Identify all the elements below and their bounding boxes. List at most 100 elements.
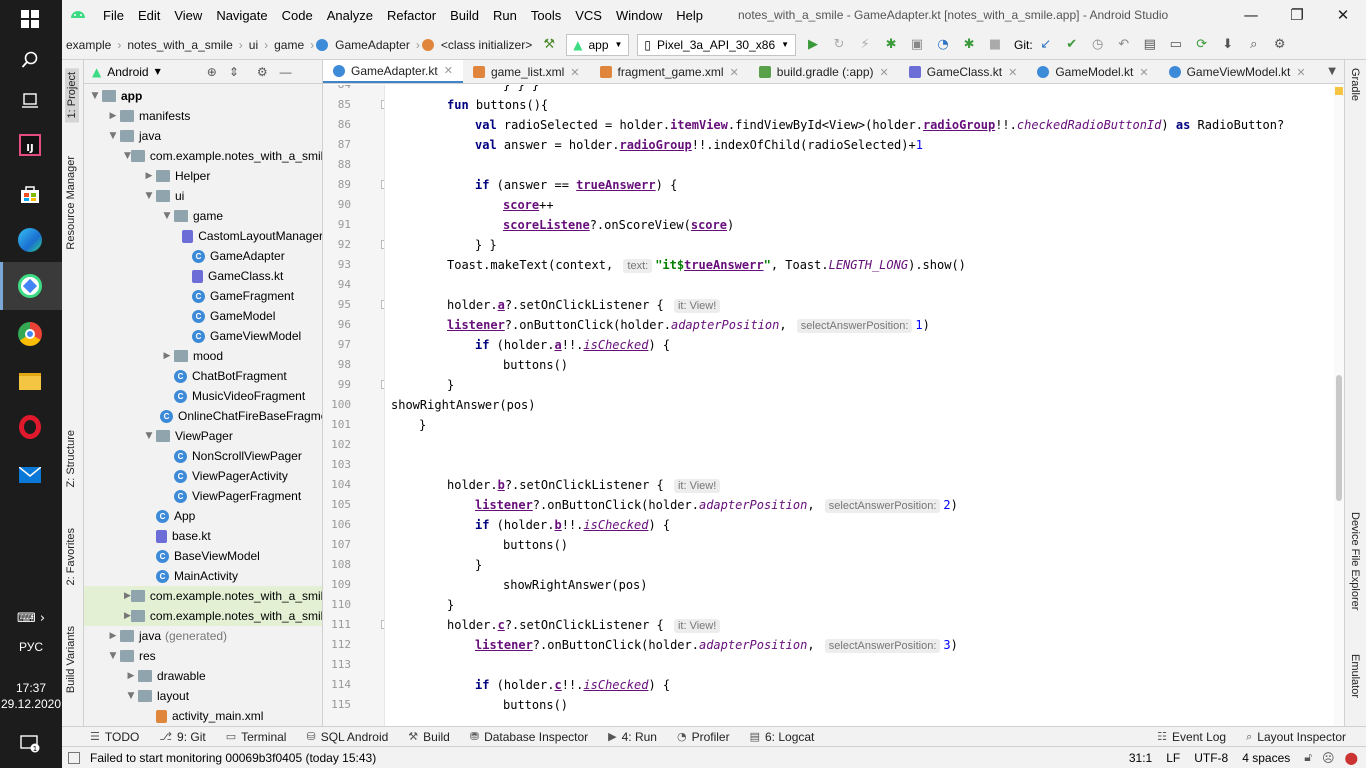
device-select[interactable]: ▯ Pixel_3a_API_30_x86 ▼ xyxy=(637,33,797,56)
clock[interactable]: 17:37 29.12.2020 xyxy=(0,680,62,712)
language-indicator[interactable]: РУС xyxy=(0,640,62,654)
menu-edit[interactable]: Edit xyxy=(131,8,167,23)
bottom-tool-6-logcat[interactable]: ▤ 6: Logcat xyxy=(740,730,825,744)
editor-tab[interactable]: fragment_game.xml ✕ xyxy=(590,60,749,83)
stop-icon[interactable]: ■ xyxy=(984,34,1006,56)
file-explorer-icon[interactable] xyxy=(16,367,44,395)
tree-item[interactable]: ▶ java (generated) xyxy=(84,626,322,646)
project-view-select[interactable]: Android xyxy=(107,65,148,79)
search-everywhere-icon[interactable]: ⌕ xyxy=(1243,34,1265,56)
expand-right-icon[interactable]: ▶ xyxy=(160,351,174,361)
notification-center-icon[interactable]: 1 xyxy=(16,730,44,758)
locate-icon[interactable]: ⊕ xyxy=(207,65,217,79)
breadcrumb-item[interactable]: notes_with_a_smile xyxy=(123,38,236,52)
inspector-face-icon[interactable]: ☹ xyxy=(1322,751,1335,765)
close-tab-icon[interactable]: ✕ xyxy=(444,64,453,77)
bottom-tool-terminal[interactable]: ▭ Terminal xyxy=(216,730,297,744)
sdk-manager-icon[interactable]: ⬇ xyxy=(1217,34,1239,56)
android-studio-icon[interactable] xyxy=(16,272,44,300)
menu-file[interactable]: File xyxy=(96,8,131,23)
tree-item[interactable]: C ChatBotFragment xyxy=(84,366,322,386)
breadcrumb-item[interactable]: GameAdapter xyxy=(331,38,414,52)
profile-icon[interactable]: ◔ xyxy=(932,34,954,56)
close-tab-icon[interactable]: ✕ xyxy=(570,66,579,79)
menu-code[interactable]: Code xyxy=(275,8,320,23)
windows-start-icon[interactable] xyxy=(16,5,44,33)
indent-setting[interactable]: 4 spaces xyxy=(1242,751,1290,765)
tree-item[interactable]: C GameAdapter xyxy=(84,246,322,266)
bottom-tool-build[interactable]: ⚒ Build xyxy=(398,730,460,744)
breadcrumb-item[interactable]: ui xyxy=(245,38,262,52)
minimize-button[interactable]: — xyxy=(1228,0,1274,30)
tree-item[interactable]: C App xyxy=(84,506,322,526)
menu-view[interactable]: View xyxy=(167,8,209,23)
tool-windows-toggle-icon[interactable] xyxy=(68,751,80,764)
run-icon[interactable]: ▶ xyxy=(802,34,824,56)
maximize-button[interactable]: ❐ xyxy=(1274,0,1320,30)
menu-vcs[interactable]: VCS xyxy=(568,8,609,23)
editor-tab[interactable]: GameModel.kt ✕ xyxy=(1027,60,1158,83)
expand-down-icon[interactable]: ▼ xyxy=(106,131,120,141)
fold-marker-icon[interactable] xyxy=(381,100,384,109)
task-view-icon[interactable] xyxy=(16,86,44,114)
build-hammer-icon[interactable]: ⚒ xyxy=(538,34,560,56)
lock-icon[interactable]: 🔓︎ xyxy=(1304,750,1312,765)
file-encoding[interactable]: UTF-8 xyxy=(1194,751,1228,765)
tool-tab-build-variants[interactable]: Build Variants xyxy=(65,626,77,693)
close-tab-icon[interactable]: ✕ xyxy=(1139,66,1148,79)
fold-marker-icon[interactable] xyxy=(381,380,384,389)
chevron-down-icon[interactable]: ▼ xyxy=(155,67,161,76)
code-editor[interactable]: } } } fun buttons(){val radioSelected = h… xyxy=(386,85,1334,726)
tree-item[interactable]: C MusicVideoFragment xyxy=(84,386,322,406)
git-rollback-icon[interactable]: ↶ xyxy=(1113,34,1135,56)
tree-item[interactable]: ▶ com.example.notes_with_a_smile xyxy=(84,606,322,626)
close-tab-icon[interactable]: ✕ xyxy=(880,66,889,79)
git-commit-icon[interactable]: ✔ xyxy=(1061,34,1083,56)
tool-tab-favorites[interactable]: 2: Favorites xyxy=(65,528,77,585)
git-update-icon[interactable]: ↙ xyxy=(1035,34,1057,56)
close-tab-icon[interactable]: ✕ xyxy=(1008,66,1017,79)
expand-down-icon[interactable]: ▼ xyxy=(88,91,102,101)
tree-item[interactable]: CastomLayoutManager xyxy=(84,226,322,246)
tree-item[interactable]: C ViewPagerActivity xyxy=(84,466,322,486)
apply-changes-icon[interactable]: ↻ xyxy=(828,34,850,56)
caret-position[interactable]: 31:1 xyxy=(1129,751,1152,765)
editor-tab[interactable]: game_list.xml ✕ xyxy=(463,60,590,83)
expand-down-icon[interactable]: ▼ xyxy=(142,191,156,201)
search-icon[interactable] xyxy=(16,46,44,74)
tool-tab-emulator[interactable]: Emulator xyxy=(1349,654,1361,698)
tree-item[interactable]: C BaseViewModel xyxy=(84,546,322,566)
expand-down-icon[interactable]: ▼ xyxy=(124,151,131,161)
bottom-tool-9-git[interactable]: ⎇ 9: Git xyxy=(149,730,215,744)
fold-marker-icon[interactable] xyxy=(381,180,384,189)
close-tab-icon[interactable]: ✕ xyxy=(730,66,739,79)
expand-right-icon[interactable]: ▶ xyxy=(124,591,131,601)
tree-item[interactable]: ▼ app xyxy=(84,86,322,106)
editor-tab[interactable]: build.gradle (:app) ✕ xyxy=(749,60,899,83)
tree-item[interactable]: ▼ java xyxy=(84,126,322,146)
chrome-icon[interactable] xyxy=(16,320,44,348)
tree-item[interactable]: C GameViewModel xyxy=(84,326,322,346)
fold-marker-icon[interactable] xyxy=(381,240,384,249)
scrollbar-thumb[interactable] xyxy=(1336,375,1342,501)
bottom-tool-todo[interactable]: ☰ TODO xyxy=(80,730,149,744)
tree-item[interactable]: ▼ ui xyxy=(84,186,322,206)
tree-item[interactable]: ▼ res xyxy=(84,646,322,666)
intellij-icon[interactable]: IJ xyxy=(16,131,44,159)
git-history-icon[interactable]: ◷ xyxy=(1087,34,1109,56)
expand-down-icon[interactable]: ▼ xyxy=(124,691,138,701)
avd-manager-icon[interactable]: ▭ xyxy=(1165,34,1187,56)
bottom-tool-event-log[interactable]: ☷ Event Log xyxy=(1147,730,1236,744)
tree-item[interactable]: ▶ mood xyxy=(84,346,322,366)
tree-item[interactable]: ▼ game xyxy=(84,206,322,226)
menu-tools[interactable]: Tools xyxy=(524,8,568,23)
store-icon[interactable] xyxy=(16,180,44,208)
tool-tab-resource-manager[interactable]: Resource Manager xyxy=(65,156,77,250)
debug-icon[interactable]: ✱ xyxy=(880,34,902,56)
menu-analyze[interactable]: Analyze xyxy=(320,8,380,23)
close-button[interactable]: ✕ xyxy=(1320,0,1366,30)
tree-item[interactable]: C MainActivity xyxy=(84,566,322,586)
expand-right-icon[interactable]: ▶ xyxy=(106,111,120,121)
menu-run[interactable]: Run xyxy=(486,8,524,23)
editor-tab[interactable]: GameViewModel.kt ✕ xyxy=(1159,60,1316,83)
